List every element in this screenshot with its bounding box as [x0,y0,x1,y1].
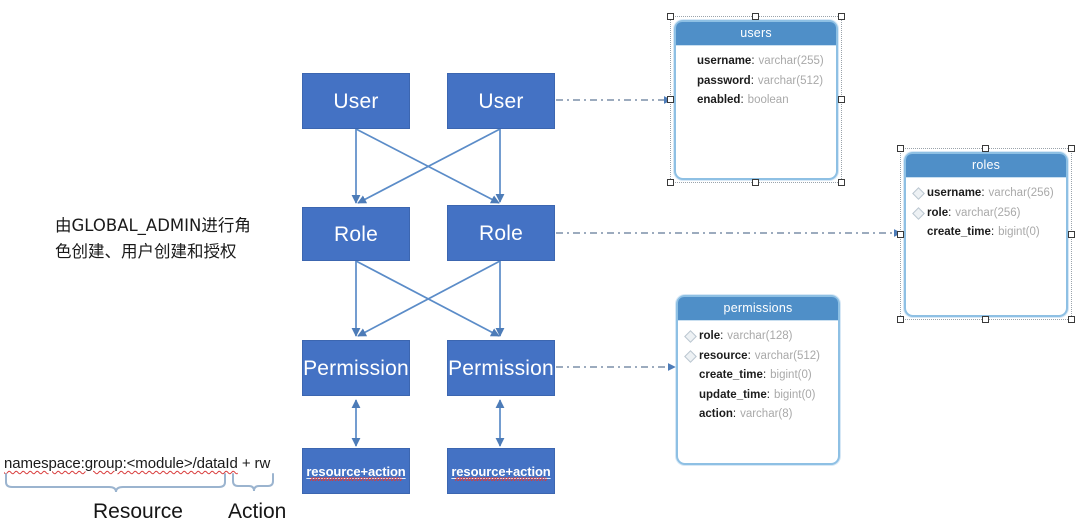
field-name: role [699,330,721,342]
resize-handle-ne[interactable] [838,13,845,20]
flow-node-label: resource+action [451,463,551,479]
field-type: varchar(512) [754,349,820,362]
resize-handle-ne[interactable] [1068,145,1075,152]
roles-table-selection-frame [900,148,1072,320]
brace-label-action: Action [228,500,287,523]
field-type: bigint(0) [773,388,816,401]
resize-handle-sw[interactable] [897,316,904,323]
resize-handle-s[interactable] [752,179,759,186]
resize-handle-sw[interactable] [667,179,674,186]
field-name: action [699,408,733,420]
permissions-table-header: permissions [678,297,838,321]
primary-key-icon [684,349,697,363]
resize-handle-w[interactable] [667,96,674,103]
flow-node-permission-right[interactable]: Permission [447,340,555,396]
flow-node-label: Role [479,221,523,245]
brace-label-resource: Resource [93,500,183,523]
table-row: update_time: bigint(0) [678,386,838,406]
spellcheck-underline [310,477,402,481]
flow-node-permission-left[interactable]: Permission [302,340,410,396]
flow-node-user-left[interactable]: User [302,73,410,129]
table-row: resource: varchar(512) [678,347,838,367]
flow-node-label: Role [334,222,378,246]
field-colon: : [766,388,770,401]
field-colon: : [762,369,767,381]
resize-handle-se[interactable] [838,179,845,186]
flow-node-label: Permission [303,356,409,380]
resize-handle-e[interactable] [838,96,845,103]
spellcheck-underline [455,477,547,481]
flow-node-resource-action-right[interactable]: resource+action [447,448,555,494]
resize-handle-nw[interactable] [667,13,674,20]
flow-node-user-right[interactable]: User [447,73,555,129]
resize-handle-s[interactable] [982,316,989,323]
brace-layer [5,473,274,493]
permissions-table-fields: role: varchar(128) resource: varchar(512… [678,321,838,425]
resize-handle-e[interactable] [1068,231,1075,238]
table-row: role: varchar(128) [678,327,838,347]
flow-node-label: User [333,89,379,113]
chinese-annotation-note: 由GLOBAL_ADMIN进行角 色创建、用户创建和授权 [55,216,251,261]
field-name: resource [699,349,748,362]
resize-handle-n[interactable] [982,145,989,152]
field-type: varchar(8) [740,408,793,420]
field-type: varchar(128) [727,330,793,342]
field-name: create_time [699,369,763,381]
table-row: action: varchar(8) [678,405,838,425]
table-row: create_time: bigint(0) [678,366,838,386]
primary-key-icon [684,330,697,344]
resize-handle-nw[interactable] [897,145,904,152]
flow-node-role-left[interactable]: Role [302,207,410,261]
diagram-canvas: User Role Permission resource+action Use… [0,0,1080,531]
field-colon: : [732,408,737,420]
resize-handle-n[interactable] [752,13,759,20]
field-colon: : [747,349,751,362]
users-table-selection-frame [670,16,842,183]
resize-handle-se[interactable] [1068,316,1075,323]
field-colon: : [720,330,724,342]
flow-node-label: User [478,89,524,113]
field-type: bigint(0) [770,369,812,381]
flow-node-label: resource+action [306,463,406,479]
flow-node-resource-action-left[interactable]: resource+action [302,448,410,494]
field-name: update_time [699,388,767,401]
flow-node-label: Permission [448,356,554,380]
flow-node-role-right[interactable]: Role [447,205,555,261]
permissions-table[interactable]: permissions role: varchar(128) resource:… [676,295,840,465]
resize-handle-w[interactable] [897,231,904,238]
